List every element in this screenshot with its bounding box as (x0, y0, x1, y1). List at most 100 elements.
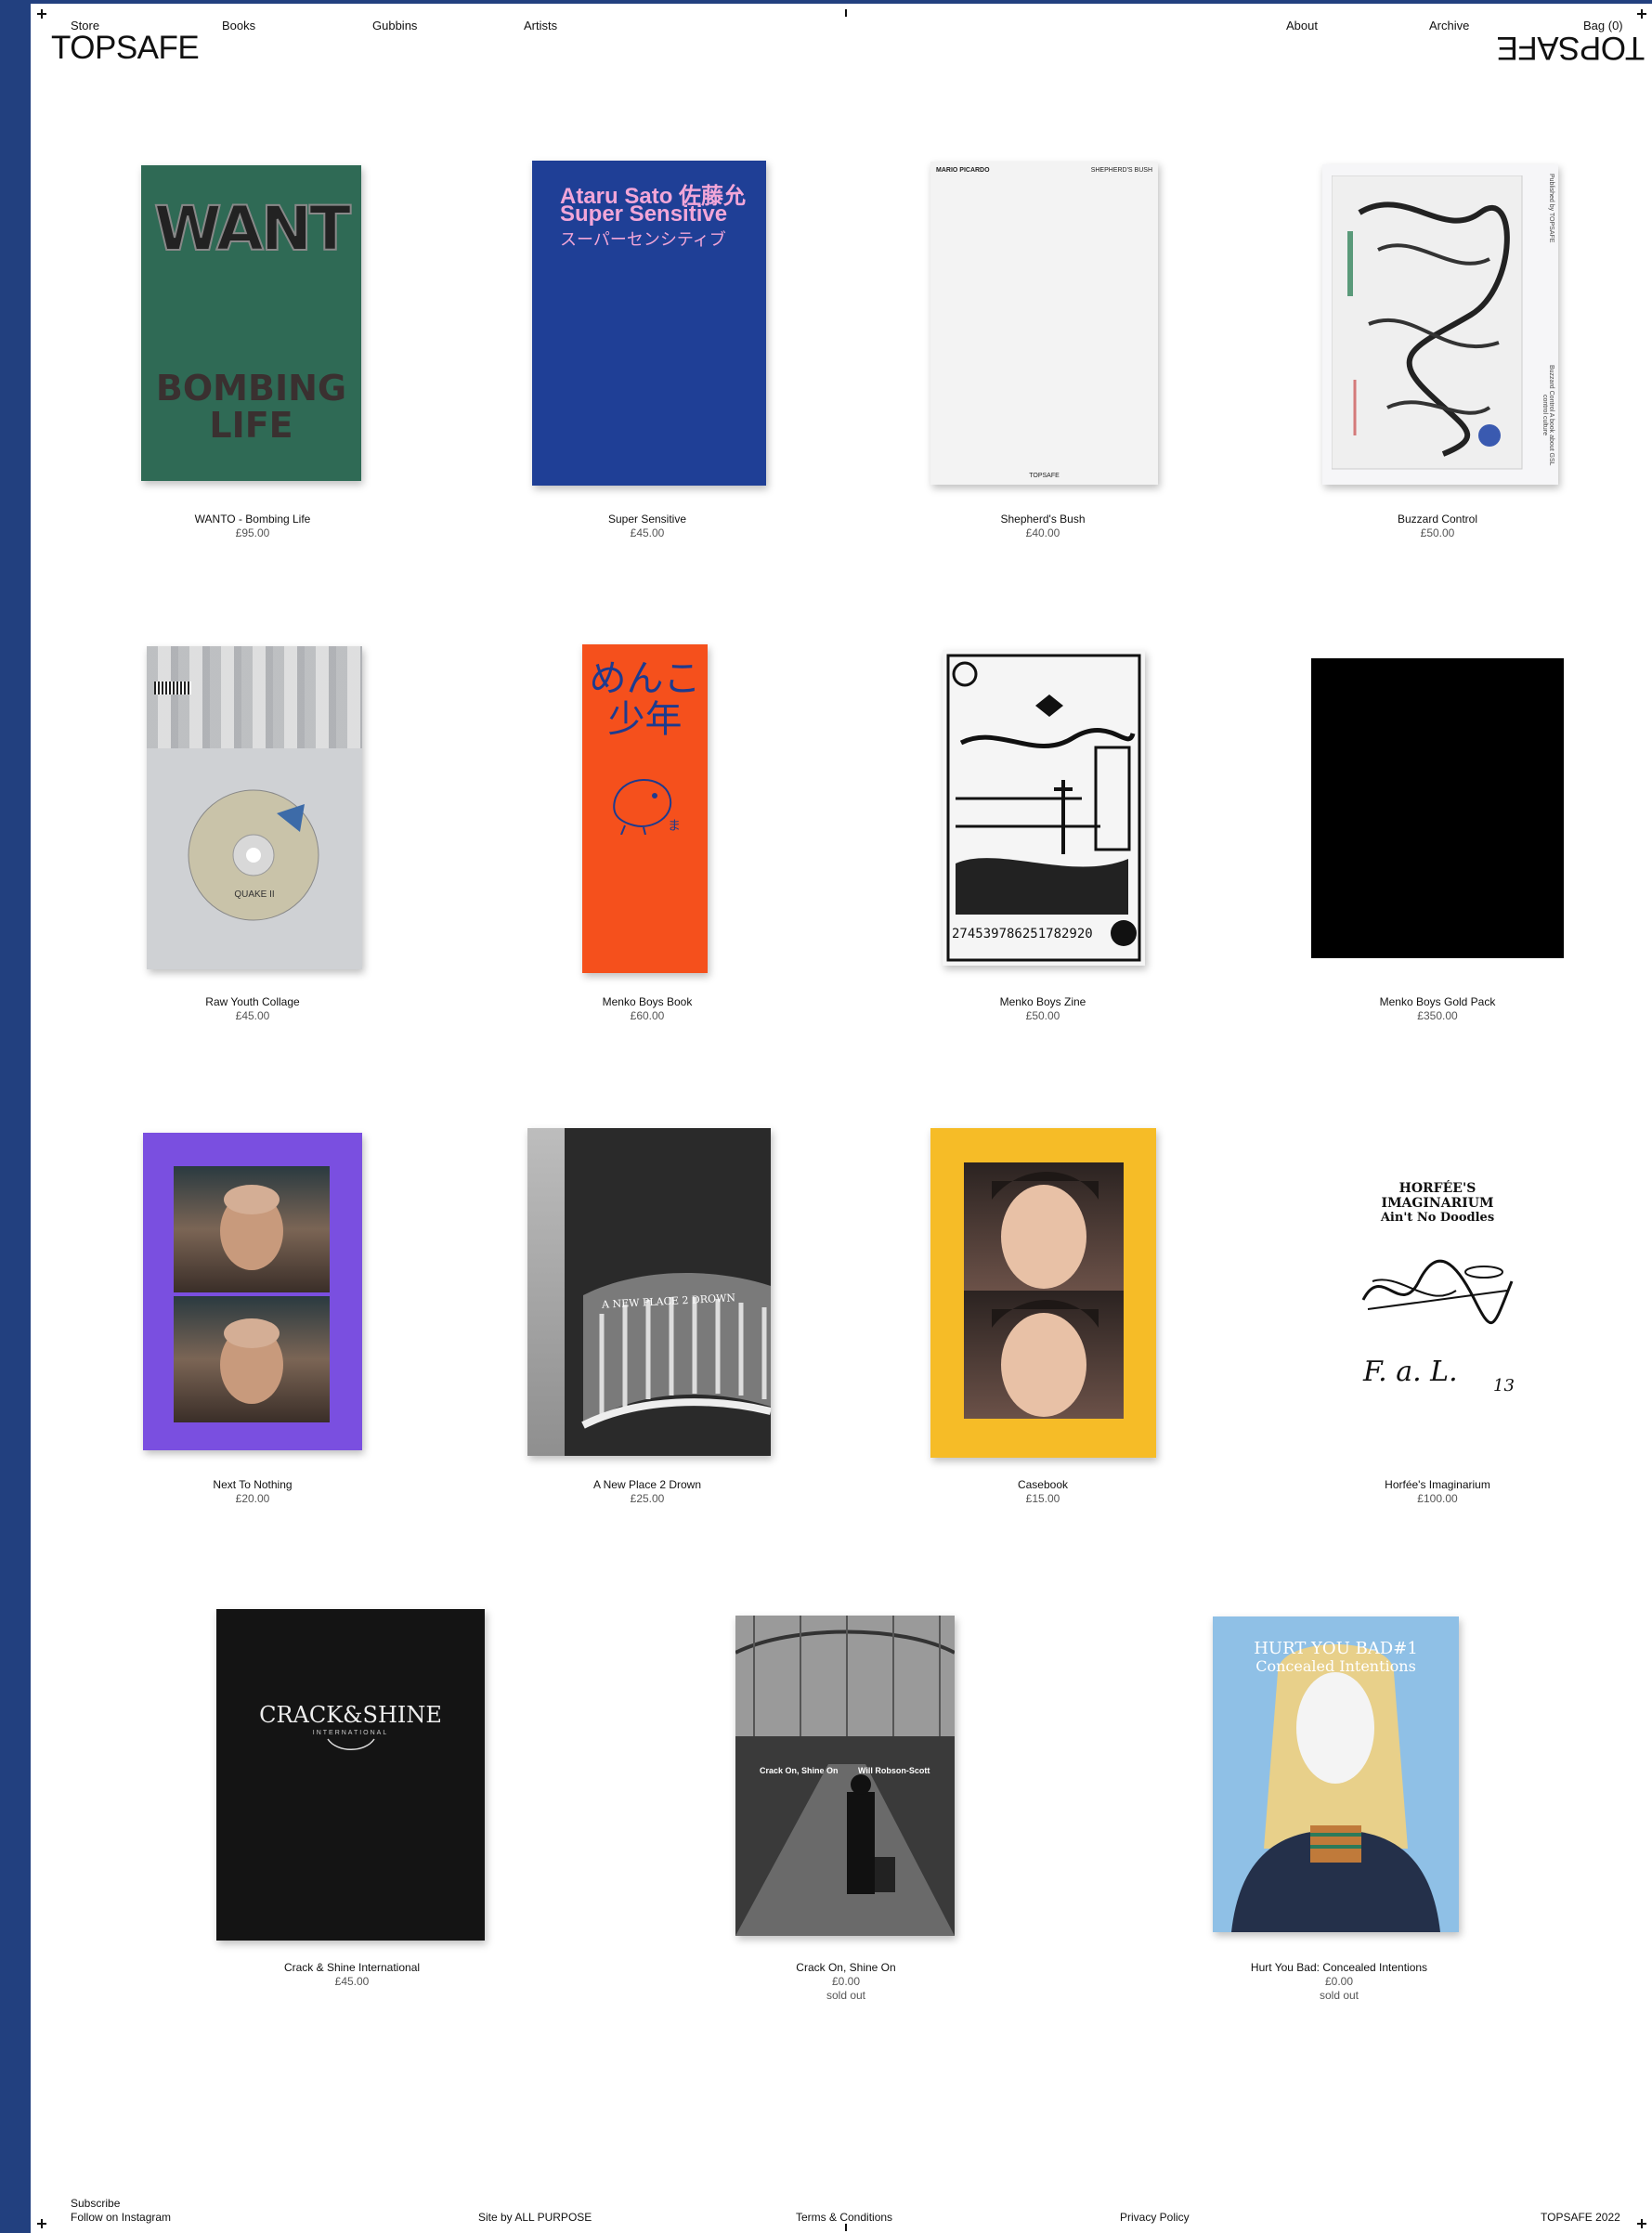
woodcut-illustration (946, 654, 1141, 962)
product-cover-menko-boys-gold-pack[interactable] (1311, 658, 1564, 958)
privacy-link[interactable]: Privacy Policy (1120, 2211, 1190, 2224)
product-card[interactable]: HURT YOU BAD#1 Concealed Intentions Hurt… (1172, 1606, 1506, 2002)
copyright: TOPSAFE 2022 (1541, 2211, 1620, 2224)
product-price: £350.00 (1417, 1009, 1458, 1022)
nav-archive[interactable]: Archive (1429, 19, 1469, 32)
cover-title: Crack On, Shine On (760, 1766, 839, 1775)
face-photo (992, 1172, 1099, 1289)
nav-books[interactable]: Books (222, 19, 255, 32)
product-card[interactable]: Crack On, Shine On Will Robson-Scott Cra… (679, 1606, 1013, 2002)
product-price: £50.00 (1420, 526, 1455, 539)
station-photo (735, 1616, 955, 1936)
product-name[interactable]: Casebook (876, 1478, 1210, 1492)
product-cover-a-new-place-2-drown[interactable]: A NEW PLACE 2 DROWN (527, 1128, 771, 1456)
instagram-link[interactable]: Follow on Instagram (71, 2211, 171, 2224)
product-cover-shepherds-bush[interactable]: MARIO PICARDO SHEPHERD'S BUSH TOPSAFE (930, 162, 1158, 485)
product-card[interactable]: HORFÉE'S IMAGINARIUM Ain't No Doodles F.… (1270, 1123, 1605, 1505)
subscribe-link[interactable]: Subscribe (71, 2197, 120, 2210)
product-price: £20.00 (235, 1492, 270, 1505)
cover-title: 少年 (607, 698, 683, 741)
product-card[interactable]: めんこ 少年 ま Menko Boys Book £60.00 (480, 641, 814, 1022)
product-cover-crack-on-shine-on[interactable]: Crack On, Shine On Will Robson-Scott (735, 1616, 955, 1936)
photo-bottom (964, 1291, 1124, 1419)
product-card[interactable]: Ataru Sato 佐藤允 Super Sensitive スーパーセンシティ… (480, 158, 814, 539)
product-cover-super-sensitive[interactable]: Ataru Sato 佐藤允 Super Sensitive スーパーセンシティ… (532, 161, 766, 486)
product-name[interactable]: WANTO - Bombing Life (85, 513, 420, 526)
product-name[interactable]: Menko Boys Book (480, 995, 814, 1009)
cover-glyph: ま (668, 819, 681, 834)
photo-top (964, 1162, 1124, 1291)
left-accent-bar (0, 0, 31, 2233)
cover-title: WANT (153, 192, 352, 266)
product-price: £95.00 (235, 526, 270, 539)
photo-bottom (174, 1296, 330, 1422)
cover-subtitle: Ain't No Doodles (1380, 1211, 1495, 1225)
graffiti-illustration (1332, 175, 1523, 470)
product-name[interactable]: Next To Nothing (85, 1478, 420, 1492)
product-cover-casebook[interactable] (930, 1128, 1156, 1458)
collage-strip (147, 646, 362, 748)
product-price: £25.00 (630, 1492, 665, 1505)
nav-artists[interactable]: Artists (524, 19, 557, 32)
cover-title: HURT YOU BAD#1 (1254, 1639, 1418, 1658)
cd-disc-icon (188, 789, 319, 921)
product-cover-buzzard-control[interactable]: Published by TOPSAFE Buzzard Control A b… (1322, 164, 1558, 485)
product-cover-menko-boys-book[interactable]: めんこ 少年 ま (582, 644, 708, 973)
nav-gubbins[interactable]: Gubbins (372, 19, 417, 32)
signature-year: 13 (1493, 1376, 1515, 1396)
product-card[interactable]: Published by TOPSAFE Buzzard Control A b… (1270, 158, 1605, 539)
product-price: £45.00 (630, 526, 665, 539)
product-card[interactable]: 274539786251782920 Menko Boys Zine £50.0… (876, 641, 1210, 1022)
product-name[interactable]: A New Place 2 Drown (480, 1478, 814, 1492)
product-cover-wanto[interactable]: WANT BOMBING LIFE (141, 165, 361, 481)
site-credit-link[interactable]: Site by ALL PURPOSE (478, 2211, 592, 2224)
crosshair-top-left (37, 9, 46, 19)
face-photo (220, 1318, 283, 1404)
product-cover-next-to-nothing[interactable] (143, 1133, 362, 1450)
logo[interactable]: TOPSAFE (51, 32, 200, 64)
product-cover-horfees-imaginarium[interactable]: HORFÉE'S IMAGINARIUM Ain't No Doodles F.… (1345, 1179, 1530, 1421)
product-card[interactable]: QUAKE II Raw Youth Collage £45.00 (85, 641, 420, 1022)
product-name[interactable]: Menko Boys Zine (876, 995, 1210, 1009)
product-card[interactable]: Next To Nothing £20.00 (85, 1123, 420, 1505)
product-name[interactable]: Raw Youth Collage (85, 995, 420, 1009)
product-name[interactable]: Super Sensitive (480, 513, 814, 526)
product-name[interactable]: Hurt You Bad: Concealed Intentions (1172, 1961, 1506, 1975)
signature-text: F. a. L. (1363, 1356, 1458, 1388)
cover-title: スーパーセンシティブ (560, 230, 726, 250)
sold-out-badge: sold out (1319, 1989, 1359, 2002)
face-photo (220, 1185, 283, 1270)
product-name[interactable]: Buzzard Control (1270, 513, 1605, 526)
sold-out-badge: sold out (826, 1989, 866, 2002)
cd-label: QUAKE II (234, 889, 275, 900)
product-name[interactable]: Crack & Shine International (185, 1961, 519, 1975)
product-name[interactable]: Shepherd's Bush (876, 513, 1210, 526)
product-card[interactable]: A NEW PLACE 2 DROWN A New Place 2 Drown … (480, 1123, 814, 1505)
crosshair-bottom-left (37, 2219, 46, 2228)
cover-subtitle: LIFE (209, 405, 293, 446)
nav-about[interactable]: About (1286, 19, 1318, 32)
cover-title: SHEPHERD'S BUSH (1090, 167, 1152, 174)
product-card[interactable]: Menko Boys Gold Pack £350.00 (1270, 641, 1605, 1022)
terms-link[interactable]: Terms & Conditions (796, 2211, 892, 2224)
product-price: £50.00 (1025, 1009, 1060, 1022)
cover-subtitle: Buzzard Control A book about GSL control… (1541, 364, 1554, 466)
cover-arc (327, 1738, 375, 1750)
product-card[interactable]: CRACK&SHINE INTERNATIONAL Crack & Shine … (185, 1606, 519, 1988)
product-card[interactable]: WANT BOMBING LIFE WANTO - Bombing Life £… (85, 158, 420, 539)
signature-scribble (1361, 1259, 1514, 1324)
product-name[interactable]: Horfée's Imaginarium (1270, 1478, 1605, 1492)
cover-title: IMAGINARIUM (1381, 1196, 1494, 1211)
product-name[interactable]: Menko Boys Gold Pack (1270, 995, 1605, 1009)
product-cover-hurt-you-bad[interactable]: HURT YOU BAD#1 Concealed Intentions (1213, 1616, 1459, 1932)
product-card[interactable]: Casebook £15.00 (876, 1123, 1210, 1505)
product-price: £100.00 (1417, 1492, 1458, 1505)
product-name[interactable]: Crack On, Shine On (679, 1961, 1013, 1975)
product-cover-menko-boys-zine[interactable]: 274539786251782920 (943, 650, 1145, 966)
cover-subtitle: Concealed Intentions (1255, 1657, 1416, 1675)
product-cover-raw-youth-collage[interactable]: QUAKE II (147, 646, 362, 969)
product-price: £15.00 (1025, 1492, 1060, 1505)
product-card[interactable]: MARIO PICARDO SHEPHERD'S BUSH TOPSAFE Sh… (876, 158, 1210, 539)
cover-title: HORFÉE'S (1398, 1181, 1476, 1196)
product-cover-crack-and-shine-international[interactable]: CRACK&SHINE INTERNATIONAL (216, 1609, 485, 1941)
